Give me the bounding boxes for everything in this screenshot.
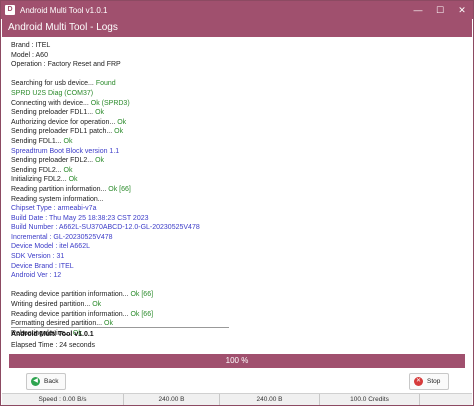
log-status-text: Ok (SPRD3) (90, 99, 130, 107)
log-message-text: Spreadtrum Boot Block version 1.1 (11, 147, 120, 155)
log-status-text: Ok (95, 109, 105, 117)
log-message-text: Authorizing device for operation... (11, 118, 118, 126)
log-status-text: Ok (68, 176, 78, 184)
log-status-text: Ok (114, 128, 124, 136)
back-button-label: Back (44, 378, 59, 385)
log-message-text: Reading device partition information... (11, 291, 131, 299)
log-message-text: Reading device partition information... (11, 310, 131, 318)
status-empty (420, 394, 472, 405)
log-line: Reading system information... (11, 195, 451, 205)
log-message-text: Device Model : itel A662L (11, 243, 90, 251)
log-line: Writing desired partition... Ok (11, 300, 451, 310)
stop-icon: ✕ (414, 377, 423, 386)
log-message-text: Reading system information... (11, 195, 104, 203)
log-line: Build Number : A662L-SU370ABCD-12.0-GL-2… (11, 223, 451, 233)
log-message-text: Incremental : GL-20230525V478 (11, 233, 113, 241)
log-status-text: Ok (117, 118, 127, 126)
close-button[interactable]: ✕ (451, 1, 473, 19)
log-line: Reading device partition information... … (11, 310, 451, 320)
status-total: 240.00 B (220, 394, 320, 405)
log-message-text: Build Date : Thu May 25 18:38:23 CST 202… (11, 214, 149, 222)
log-line: SPRD U2S Diag (COM37) (11, 89, 451, 99)
log-line: Searching for usb device... Found (11, 79, 451, 89)
log-line: Device Model : itel A662L (11, 242, 451, 252)
log-line: Chipset Type : armeabi-v7a (11, 204, 451, 214)
log-message-text: Sending preloader FDL1... (11, 109, 96, 117)
log-message-text: Searching for usb device... (11, 80, 96, 88)
app-logo-icon: D (5, 5, 15, 15)
log-line: Model : A60 (11, 51, 451, 61)
elapsed-time: Elapsed Time : 24 seconds (11, 342, 96, 349)
title-bar[interactable]: D Android Multi Tool v1.0.1 — ☐ ✕ (1, 1, 473, 19)
maximize-button[interactable]: ☐ (429, 1, 451, 19)
status-transferred: 240.00 B (124, 394, 220, 405)
log-status-text: Found (95, 80, 116, 88)
log-status-text: Ok (63, 137, 73, 145)
log-line: SDK Version : 31 (11, 252, 451, 262)
log-message-text: Sending preloader FDL2... (11, 157, 96, 165)
log-message-text: Device Brand : ITEL (11, 262, 74, 270)
window-controls: — ☐ ✕ (407, 1, 473, 19)
log-status-text: Ok (92, 301, 102, 309)
log-status-text: Ok (63, 166, 73, 174)
log-message-text: Reading partition information... (11, 185, 109, 193)
log-message-text: Initializing FDL2... (11, 176, 69, 184)
stop-button-label: Stop (427, 378, 441, 385)
log-message-text: Operation : Factory Reset and FRP (11, 61, 121, 69)
log-message-text: Writing desired partition... (11, 301, 93, 309)
log-message-text: Sending FDL2... (11, 166, 64, 174)
window-title: Android Multi Tool v1.0.1 (20, 5, 108, 15)
log-message-text: SDK Version : 31 (11, 253, 65, 261)
log-line: Initializing FDL2... Ok (11, 175, 451, 185)
stop-button[interactable]: ✕ Stop (409, 373, 449, 390)
log-line: Build Date : Thu May 25 18:38:23 CST 202… (11, 214, 451, 224)
log-line: Spreadtrum Boot Block version 1.1 (11, 147, 451, 157)
status-bar: Speed : 0.00 B/s 240.00 B 240.00 B 100.0… (2, 393, 472, 405)
status-credits: 100.0 Credits (320, 394, 420, 405)
log-line: Connecting with device... Ok (SPRD3) (11, 99, 451, 109)
log-line: Sending FDL1... Ok (11, 137, 451, 147)
status-speed: Speed : 0.00 B/s (2, 394, 124, 405)
log-status-text: Ok [66] (130, 310, 154, 318)
log-line: Authorizing device for operation... Ok (11, 118, 451, 128)
log-line: Operation : Factory Reset and FRP (11, 60, 451, 70)
log-line: Sending preloader FDL2... Ok (11, 156, 451, 166)
summary-title: Android Multi Tool v1.0.1 (11, 331, 94, 338)
log-status-text: Ok (95, 157, 105, 165)
summary-divider (11, 327, 229, 328)
log-message-text: Brand : ITEL (11, 42, 51, 49)
log-status-text: Ok [66] (130, 291, 154, 299)
log-line: Device Brand : ITEL (11, 262, 451, 272)
back-arrow-icon: ◀ (31, 377, 40, 386)
log-message-text: Connecting with device... (11, 99, 91, 107)
log-line: Sending preloader FDL1 patch... Ok (11, 127, 451, 137)
log-message-text: Android Ver : 12 (11, 272, 62, 280)
app-window: D Android Multi Tool v1.0.1 — ☐ ✕ Androi… (0, 0, 474, 406)
log-status-text: SPRD U2S Diag (COM37) (11, 89, 94, 97)
back-button[interactable]: ◀ Back (26, 373, 66, 390)
progress-label: 100 % (225, 356, 249, 365)
log-line: Sending preloader FDL1... Ok (11, 108, 451, 118)
log-output: Brand : ITEL Model : A60 Operation : Facto… (11, 41, 451, 337)
log-line: Android Ver : 12 (11, 271, 451, 281)
log-line: Reading partition information... Ok [66] (11, 185, 451, 195)
log-message-text: Sending preloader FDL1 patch... (11, 128, 115, 136)
log-line: Reading device partition information... … (11, 290, 451, 300)
log-line: Incremental : GL-20230525V478 (11, 233, 451, 243)
log-message-text: Build Number : A662L-SU370ABCD-12.0-GL-2… (11, 224, 200, 232)
log-message-text: Chipset Type : armeabi-v7a (11, 205, 97, 213)
progress-bar: 100 % (9, 354, 465, 368)
minimize-button[interactable]: — (407, 1, 429, 19)
log-message-text: Sending FDL1... (11, 137, 64, 145)
page-title: Android Multi Tool - Logs (2, 19, 472, 37)
log-line: Sending FDL2... Ok (11, 166, 451, 176)
log-message-text: Model : A60 (11, 51, 48, 59)
log-status-text: Ok [66] (108, 185, 131, 193)
log-line: Brand : ITEL (11, 41, 451, 51)
